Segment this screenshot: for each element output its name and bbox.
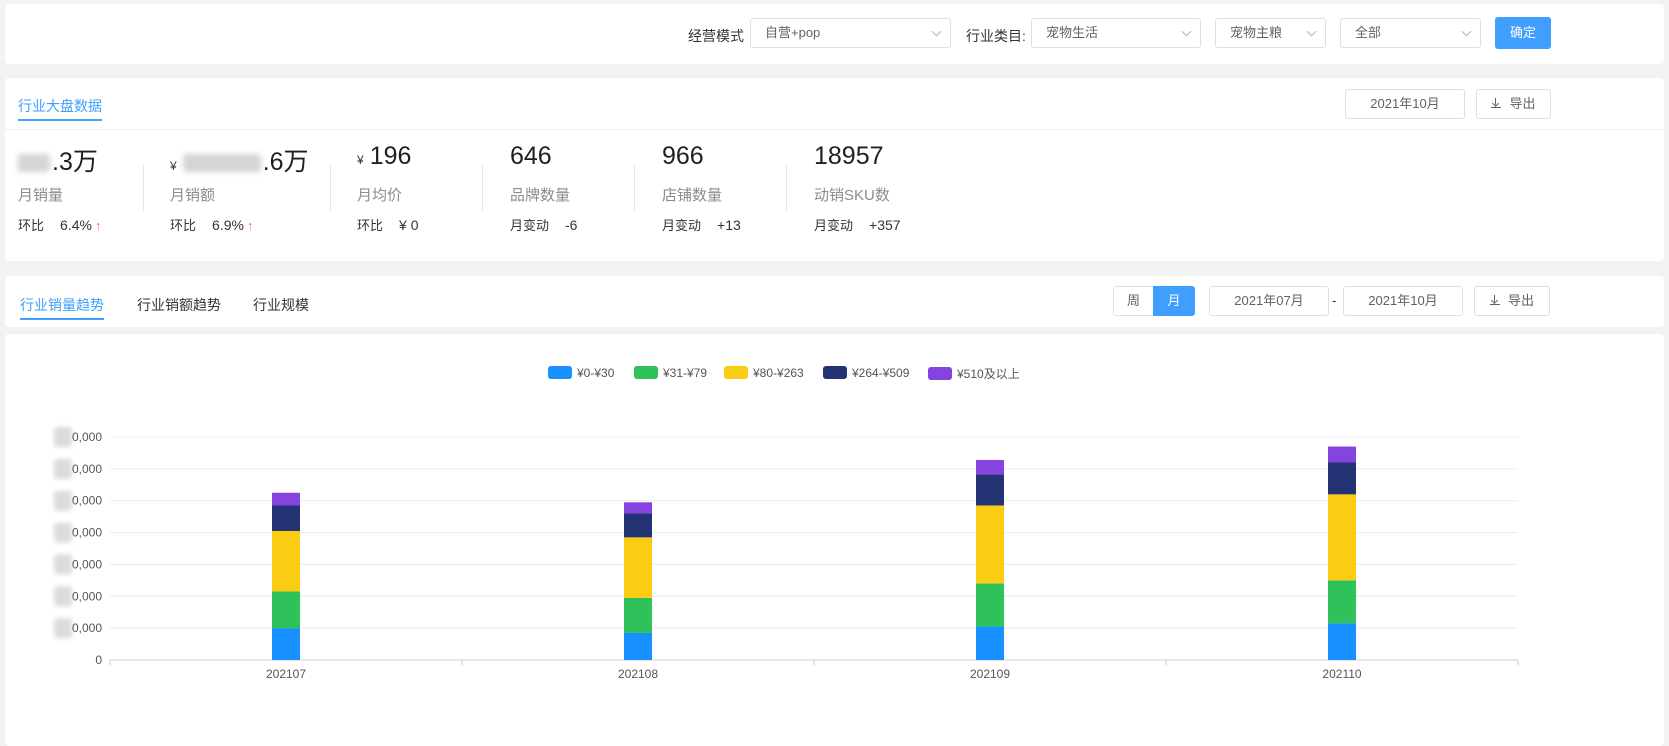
bar-segment	[1328, 494, 1356, 581]
y-tick-label: 0,000	[72, 462, 102, 476]
x-tick-label: 202109	[970, 667, 1010, 681]
masked-tick	[54, 586, 72, 607]
bar-segment	[624, 632, 652, 660]
y-tick-label: 0,000	[72, 557, 102, 571]
bar-segment	[976, 626, 1004, 660]
x-tick-label: 202108	[618, 667, 658, 681]
y-tick-label: 0,000	[72, 526, 102, 540]
x-tick-label: 202107	[266, 667, 306, 681]
bar-segment	[976, 459, 1004, 475]
bar-segment	[272, 591, 300, 629]
bar-segment	[272, 530, 300, 592]
bar-segment	[976, 474, 1004, 506]
y-tick-label: 0,000	[72, 589, 102, 603]
y-tick-label: 0,000	[72, 430, 102, 444]
stacked-bar-chart: 0 0,000 0,000 0,000 0,000 0,000 0,000 0,000 2021…	[54, 427, 1519, 681]
masked-tick	[54, 554, 72, 575]
bar-segment	[1328, 580, 1356, 624]
bar-segment	[1328, 446, 1356, 463]
y-tick-label: 0,000	[72, 494, 102, 508]
bar-segment	[976, 583, 1004, 627]
masked-tick	[54, 522, 72, 543]
masked-tick	[54, 618, 72, 639]
bar-segment	[272, 628, 300, 660]
bar-segment	[272, 492, 300, 506]
bar-segment	[624, 502, 652, 514]
y-tick-label: 0	[95, 653, 102, 667]
bar-segment	[1328, 462, 1356, 495]
masked-tick	[54, 458, 72, 479]
x-tick-label: 202110	[1322, 667, 1361, 681]
bar-segment	[624, 513, 652, 538]
bar-segment	[976, 505, 1004, 584]
bar-segment	[624, 597, 652, 633]
bar-segment	[1328, 623, 1356, 660]
masked-tick	[54, 490, 72, 511]
bar-segment	[272, 505, 300, 531]
y-tick-label: 0,000	[72, 621, 102, 635]
masked-tick	[54, 427, 72, 447]
bar-segment	[624, 537, 652, 598]
